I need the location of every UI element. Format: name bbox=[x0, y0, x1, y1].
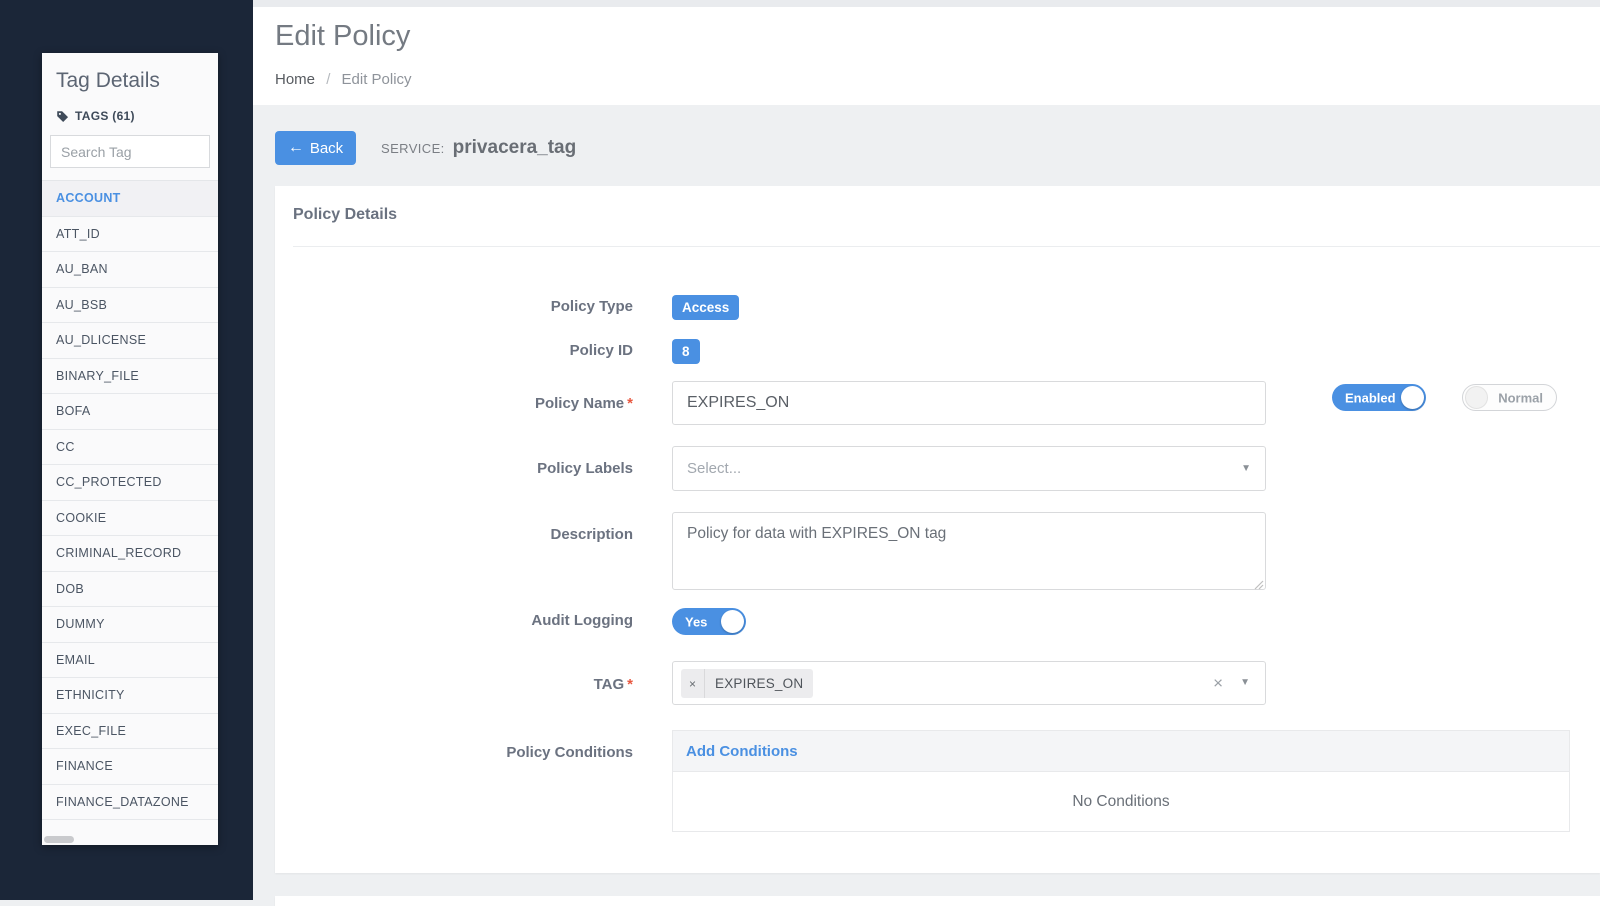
tag-icon bbox=[56, 110, 69, 123]
policy-type-badge: Access bbox=[672, 295, 739, 320]
clear-icon[interactable]: × bbox=[1213, 675, 1223, 692]
page-header: Edit Policy Home / Edit Policy bbox=[253, 7, 1600, 105]
back-arrow-icon: ← bbox=[288, 140, 304, 156]
service-label: SERVICE: bbox=[381, 141, 445, 156]
tag-list-item[interactable]: ATT_ID bbox=[42, 217, 218, 253]
policy-name-label: Policy Name* bbox=[275, 395, 633, 412]
policy-conditions-label: Policy Conditions bbox=[275, 744, 633, 761]
select-placeholder: Select... bbox=[687, 460, 741, 477]
tag-list-item[interactable]: CC bbox=[42, 430, 218, 466]
service-line: SERVICE: privacera_tag bbox=[381, 137, 576, 159]
description-textarea[interactable]: Policy for data with EXPIRES_ON tag bbox=[672, 512, 1266, 590]
tag-details-panel: Tag Details TAGS (61) ACCOUNTATT_IDAU_BA… bbox=[42, 53, 218, 845]
toggle-knob bbox=[1401, 386, 1424, 409]
tag-list-item[interactable]: AU_BAN bbox=[42, 252, 218, 288]
breadcrumb: Home / Edit Policy bbox=[275, 71, 412, 88]
breadcrumb-separator: / bbox=[326, 71, 330, 88]
audit-logging-label: Audit Logging bbox=[275, 612, 633, 629]
required-asterisk: * bbox=[627, 676, 633, 693]
normal-toggle-label: Normal bbox=[1498, 390, 1543, 405]
policy-labels-select[interactable]: Select... ▼ bbox=[672, 446, 1266, 491]
tag-list-item[interactable]: AU_DLICENSE bbox=[42, 323, 218, 359]
tag-chip: × EXPIRES_ON bbox=[681, 669, 813, 698]
tag-list-item[interactable]: DUMMY bbox=[42, 607, 218, 643]
tag-panel-title: Tag Details bbox=[42, 53, 218, 99]
chevron-down-icon[interactable]: ▼ bbox=[1240, 677, 1250, 688]
toggle-knob bbox=[1465, 386, 1488, 409]
description-label: Description bbox=[275, 526, 633, 543]
tag-list-item[interactable]: BOFA bbox=[42, 394, 218, 430]
add-conditions-link[interactable]: Add Conditions bbox=[686, 743, 798, 760]
divider bbox=[293, 246, 1600, 247]
tag-list-item[interactable]: AU_BSB bbox=[42, 288, 218, 324]
tag-list: ACCOUNTATT_IDAU_BANAU_BSBAU_DLICENSEBINA… bbox=[42, 180, 218, 820]
policy-labels-label: Policy Labels bbox=[275, 460, 633, 477]
normal-toggle[interactable]: Normal bbox=[1462, 384, 1557, 411]
service-name: privacera_tag bbox=[453, 137, 577, 159]
policy-name-input[interactable] bbox=[672, 381, 1266, 425]
back-button[interactable]: ← Back bbox=[275, 131, 356, 165]
tag-list-item[interactable]: BINARY_FILE bbox=[42, 359, 218, 395]
tag-label: TAG* bbox=[275, 676, 633, 693]
breadcrumb-current: Edit Policy bbox=[342, 71, 412, 88]
chip-remove-icon[interactable]: × bbox=[681, 669, 705, 698]
policy-id-badge: 8 bbox=[672, 339, 700, 364]
search-tag-input[interactable] bbox=[50, 135, 210, 168]
audit-toggle-label: Yes bbox=[685, 614, 707, 629]
back-button-label: Back bbox=[310, 140, 343, 157]
page-title: Edit Policy bbox=[275, 20, 410, 53]
tag-list-item[interactable]: FINANCE bbox=[42, 749, 218, 785]
tag-list-item[interactable]: ETHNICITY bbox=[42, 678, 218, 714]
tags-count-row: TAGS (61) bbox=[42, 99, 218, 131]
required-asterisk: * bbox=[627, 395, 633, 412]
tag-list-item[interactable]: ACCOUNT bbox=[42, 181, 218, 217]
tag-list-item[interactable]: EMAIL bbox=[42, 643, 218, 679]
conditions-header-row: Add Conditions bbox=[672, 730, 1570, 772]
resize-handle-icon[interactable] bbox=[1253, 577, 1264, 588]
main-content: Edit Policy Home / Edit Policy ← Back SE… bbox=[253, 0, 1600, 900]
tag-list-item[interactable]: EXEC_FILE bbox=[42, 714, 218, 750]
enabled-toggle-label: Enabled bbox=[1345, 390, 1396, 405]
toolbar: ← Back SERVICE: privacera_tag bbox=[253, 105, 1600, 186]
tag-list-item[interactable]: CC_PROTECTED bbox=[42, 465, 218, 501]
tag-list-item[interactable]: FINANCE_DATAZONE bbox=[42, 785, 218, 821]
policy-type-label: Policy Type bbox=[275, 298, 633, 315]
horizontal-scrollbar-thumb[interactable] bbox=[44, 836, 74, 843]
policy-id-label: Policy ID bbox=[275, 342, 633, 359]
no-conditions-text: No Conditions bbox=[1072, 793, 1169, 811]
policy-details-title: Policy Details bbox=[293, 206, 397, 224]
chevron-down-icon: ▼ bbox=[1241, 463, 1251, 474]
next-card-sliver bbox=[275, 896, 1600, 906]
tags-count-label: TAGS (61) bbox=[75, 109, 135, 123]
enabled-toggle[interactable]: Enabled bbox=[1332, 384, 1426, 411]
breadcrumb-home-link[interactable]: Home bbox=[275, 71, 315, 88]
policy-conditions-table: Add Conditions No Conditions bbox=[672, 730, 1570, 832]
tag-select-field[interactable]: × EXPIRES_ON × ▼ bbox=[672, 661, 1266, 705]
top-strip bbox=[253, 0, 1600, 7]
tag-list-item[interactable]: CRIMINAL_RECORD bbox=[42, 536, 218, 572]
conditions-empty-row: No Conditions bbox=[672, 772, 1570, 832]
tag-chip-label: EXPIRES_ON bbox=[705, 669, 813, 698]
tag-list-item[interactable]: COOKIE bbox=[42, 501, 218, 537]
toggle-knob bbox=[721, 610, 744, 633]
policy-details-card: Policy Details Policy Type Access Policy… bbox=[275, 186, 1600, 873]
audit-logging-toggle[interactable]: Yes bbox=[672, 608, 746, 635]
tag-list-item[interactable]: DOB bbox=[42, 572, 218, 608]
